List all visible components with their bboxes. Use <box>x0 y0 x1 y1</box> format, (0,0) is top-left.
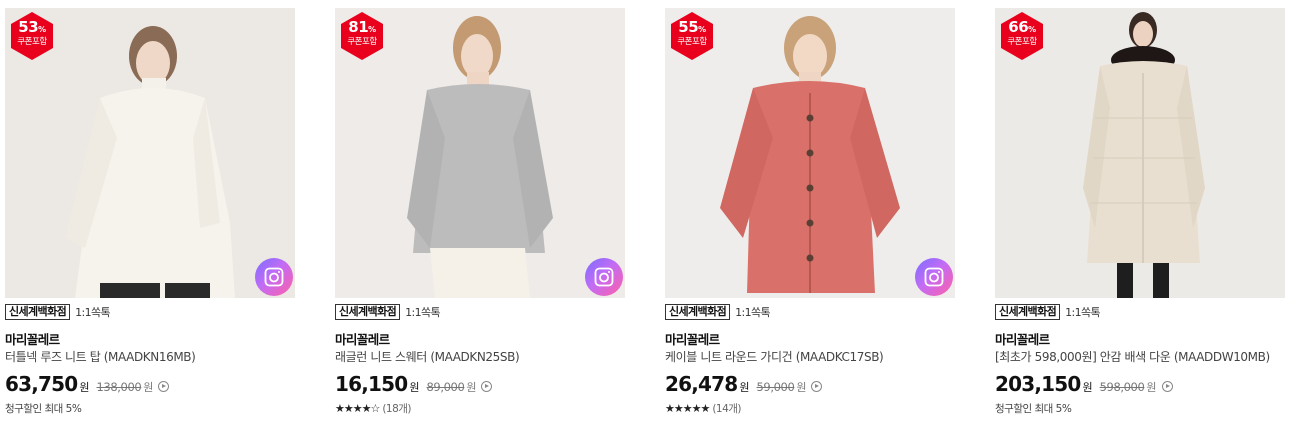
discount-percent: 55 <box>678 18 699 36</box>
price-unit: 원 <box>739 381 750 394</box>
original-price: 138,000 <box>96 380 142 394</box>
sale-price: 203,150 <box>995 372 1081 396</box>
product-card[interactable]: 66% 쿠폰포함 신세계백화점 1:1쏙톡 마리꼴레르 [최초가 598,000… <box>995 0 1285 415</box>
rating-row[interactable]: ★★★★★ (14개) <box>665 401 955 415</box>
product-card[interactable]: 53% 쿠폰포함 신세계백화점 1:1쏙톡 마리꼴레르 터틀넥 루즈 니트 탑 … <box>5 0 295 415</box>
talk-link[interactable]: 1:1쏙톡 <box>75 304 111 320</box>
talk-link[interactable]: 1:1쏙톡 <box>1065 304 1101 320</box>
product-image[interactable]: 81% 쿠폰포함 <box>335 8 625 298</box>
percent-sign: % <box>38 25 46 34</box>
percent-sign: % <box>698 25 706 34</box>
camera-icon[interactable] <box>585 258 623 296</box>
discount-percent: 81 <box>348 18 369 36</box>
star-rating-icon: ★★★★★ <box>665 401 710 415</box>
card-discount-text: 청구할인 최대 5% <box>995 402 1072 415</box>
product-info: 신세계백화점 1:1쏙톡 마리꼴레르 케이블 니트 라운드 가디건 (MAADK… <box>665 303 955 415</box>
discount-badge: 81% 쿠폰포함 <box>341 12 383 60</box>
product-info: 신세계백화점 1:1쏙톡 마리꼴레르 터틀넥 루즈 니트 탑 (MAADKN16… <box>5 303 295 415</box>
coupon-label: 쿠폰포함 <box>17 37 47 47</box>
original-price: 59,000 <box>756 380 795 394</box>
coupon-label: 쿠폰포함 <box>677 37 707 47</box>
original-price-unit: 원 <box>796 381 807 394</box>
product-image[interactable]: 55% 쿠폰포함 <box>665 8 955 298</box>
review-count: (18개) <box>382 402 412 415</box>
product-card[interactable]: 81% 쿠폰포함 신세계백화점 1:1쏙톡 마리꼴레르 래글런 니트 스웨터 (… <box>335 0 625 415</box>
price-info-icon[interactable] <box>1161 381 1173 392</box>
price-info-icon[interactable] <box>158 381 170 392</box>
brand-name[interactable]: 마리꼴레르 <box>335 332 625 347</box>
sale-price: 16,150 <box>335 372 408 396</box>
store-tag: 신세계백화점 <box>665 304 731 320</box>
price-unit: 원 <box>409 381 420 394</box>
card-discount-text: 청구할인 최대 5% <box>5 402 82 415</box>
product-title[interactable]: 터틀넥 루즈 니트 탑 (MAADKN16MB) <box>5 350 295 365</box>
original-price-unit: 원 <box>466 381 477 394</box>
product-title[interactable]: 래글런 니트 스웨터 (MAADKN25SB) <box>335 350 625 365</box>
percent-sign: % <box>1028 25 1036 34</box>
store-tag: 신세계백화점 <box>995 304 1061 320</box>
store-tag: 신세계백화점 <box>335 304 401 320</box>
camera-icon[interactable] <box>255 258 293 296</box>
discount-percent: 66 <box>1008 18 1029 36</box>
talk-link[interactable]: 1:1쏙톡 <box>405 304 441 320</box>
original-price-unit: 원 <box>1146 381 1157 394</box>
brand-name[interactable]: 마리꼴레르 <box>995 332 1285 347</box>
brand-name[interactable]: 마리꼴레르 <box>5 332 295 347</box>
product-title[interactable]: [최초가 598,000원] 안감 배색 다운 (MAADDW10MB) <box>995 350 1285 365</box>
sale-price: 26,478 <box>665 372 738 396</box>
product-card[interactable]: 55% 쿠폰포함 신세계백화점 1:1쏙톡 마리꼴레르 케이블 니트 라운드 가… <box>665 0 955 415</box>
camera-icon[interactable] <box>915 258 953 296</box>
review-count: (14개) <box>712 402 742 415</box>
sale-price: 63,750 <box>5 372 78 396</box>
price-unit: 원 <box>1082 381 1093 394</box>
product-info: 신세계백화점 1:1쏙톡 마리꼴레르 [최초가 598,000원] 안감 배색 … <box>995 303 1285 415</box>
coupon-label: 쿠폰포함 <box>347 37 377 47</box>
percent-sign: % <box>368 25 376 34</box>
discount-badge: 53% 쿠폰포함 <box>11 12 53 60</box>
original-price-unit: 원 <box>143 381 154 394</box>
product-title[interactable]: 케이블 니트 라운드 가디건 (MAADKC17SB) <box>665 350 955 365</box>
discount-badge: 55% 쿠폰포함 <box>671 12 713 60</box>
price-unit: 원 <box>79 381 90 394</box>
rating-row[interactable]: ★★★★☆ (18개) <box>335 401 625 415</box>
price-info-icon[interactable] <box>481 381 493 392</box>
original-price: 598,000 <box>1099 380 1145 394</box>
brand-name[interactable]: 마리꼴레르 <box>665 332 955 347</box>
star-rating-icon: ★★★★☆ <box>335 401 380 415</box>
original-price: 89,000 <box>426 380 465 394</box>
coupon-label: 쿠폰포함 <box>1007 37 1037 47</box>
discount-badge: 66% 쿠폰포함 <box>1001 12 1043 60</box>
product-info: 신세계백화점 1:1쏙톡 마리꼴레르 래글런 니트 스웨터 (MAADKN25S… <box>335 303 625 415</box>
product-image[interactable]: 53% 쿠폰포함 <box>5 8 295 298</box>
discount-percent: 53 <box>18 18 39 36</box>
product-grid: 53% 쿠폰포함 신세계백화점 1:1쏙톡 마리꼴레르 터틀넥 루즈 니트 탑 … <box>0 0 1299 440</box>
price-info-icon[interactable] <box>811 381 823 392</box>
store-tag: 신세계백화점 <box>5 304 71 320</box>
product-image[interactable]: 66% 쿠폰포함 <box>995 8 1285 298</box>
talk-link[interactable]: 1:1쏙톡 <box>735 304 771 320</box>
